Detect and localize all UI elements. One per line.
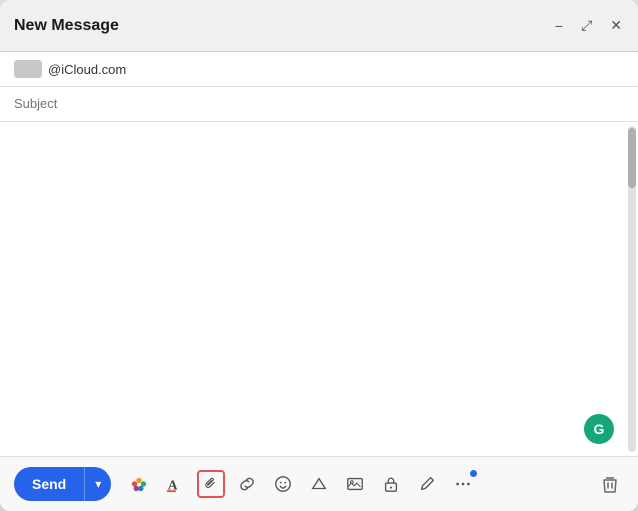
image-button[interactable] xyxy=(341,470,369,498)
format-text-button[interactable]: A xyxy=(161,470,189,498)
recipient-avatar xyxy=(14,60,42,78)
attach-file-button[interactable] xyxy=(197,470,225,498)
send-dropdown-button[interactable]: ▾ xyxy=(84,467,111,501)
send-dropdown-icon: ▾ xyxy=(95,477,101,491)
toolbar: Send ▾ A xyxy=(0,456,638,511)
send-button[interactable]: Send xyxy=(14,467,84,501)
recipient-email: @iCloud.com xyxy=(48,62,126,77)
emoji-button[interactable] xyxy=(269,470,297,498)
subject-input[interactable] xyxy=(14,96,624,111)
pen-button[interactable] xyxy=(413,470,441,498)
window-title: New Message xyxy=(14,17,119,35)
delete-button[interactable] xyxy=(596,470,624,498)
grammarly-button[interactable]: G xyxy=(584,414,614,444)
title-bar: New Message − ⤢ ✕ xyxy=(0,0,638,52)
minimize-button[interactable]: − xyxy=(553,16,565,36)
link-button[interactable] xyxy=(233,470,261,498)
color-picker-button[interactable] xyxy=(125,470,153,498)
body-area: G xyxy=(0,122,638,456)
lock-button[interactable] xyxy=(377,470,405,498)
compose-window: New Message − ⤢ ✕ @iCloud.com G Send ▾ xyxy=(0,0,638,511)
scrollbar-track[interactable] xyxy=(628,126,636,452)
to-row: @iCloud.com xyxy=(0,52,638,87)
window-controls: − ⤢ ✕ xyxy=(553,15,624,36)
body-textarea[interactable] xyxy=(0,122,638,456)
send-button-group: Send ▾ xyxy=(14,467,111,501)
expand-button[interactable]: ⤢ xyxy=(579,15,594,36)
svg-text:A: A xyxy=(168,477,178,492)
to-field[interactable]: @iCloud.com xyxy=(14,60,126,78)
subject-row xyxy=(0,87,638,122)
close-button[interactable]: ✕ xyxy=(608,15,624,36)
scrollbar-thumb xyxy=(628,128,636,188)
more-options-container xyxy=(449,470,477,498)
shape-button[interactable] xyxy=(305,470,333,498)
